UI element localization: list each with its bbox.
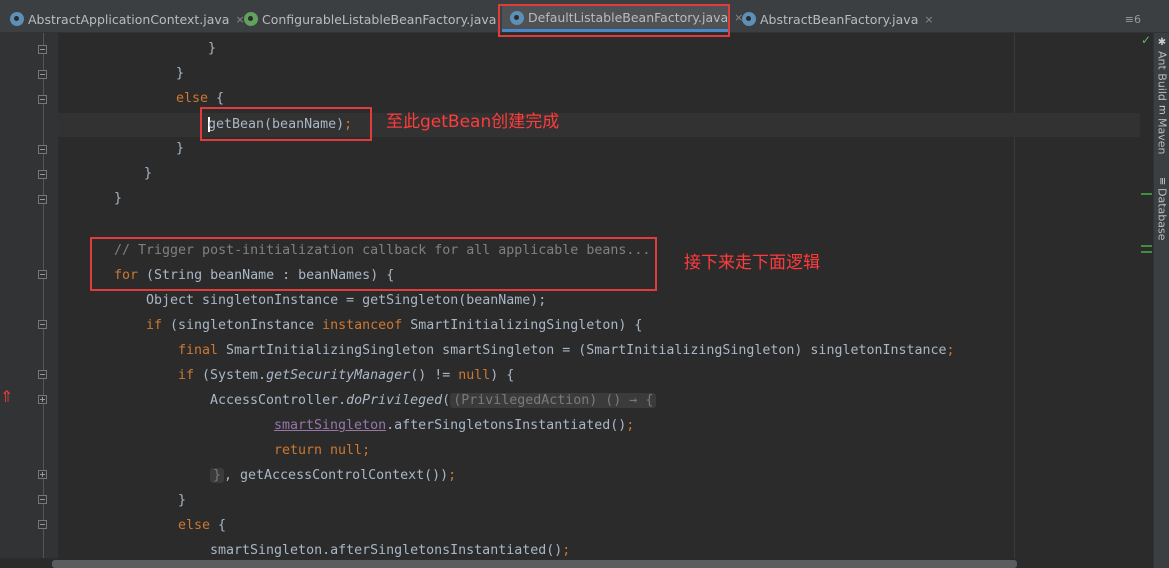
- code-line: AccessController.doPrivileged((Privilege…: [210, 388, 657, 413]
- tab-abstract-bean-factory[interactable]: AbstractBeanFactory.java ×: [742, 6, 934, 32]
- code-line: }: [176, 66, 185, 81]
- fold-expand-icon[interactable]: [38, 395, 47, 404]
- getbean-highlight-box: [200, 107, 372, 141]
- code-line: if (singletonInstance instanceof SmartIn…: [146, 318, 643, 333]
- tab-configurable-listable-bean-factory[interactable]: ConfigurableListableBeanFactory.java ×: [244, 6, 512, 32]
- code-line: }: [114, 191, 123, 206]
- fold-collapse-icon[interactable]: [38, 495, 47, 504]
- maven-icon: m: [1156, 105, 1168, 115]
- editor-gutter: [0, 33, 58, 568]
- fold-collapse-icon[interactable]: [38, 170, 47, 179]
- fold-collapse-icon[interactable]: [38, 195, 47, 204]
- close-icon[interactable]: ×: [924, 13, 933, 26]
- ant-icon: ✱: [1156, 37, 1168, 48]
- fold-guide-line: [43, 33, 44, 568]
- code-line: smartSingleton.afterSingletonsInstantiat…: [210, 543, 571, 558]
- code-line: Object singletonInstance = getSingleton(…: [146, 293, 547, 308]
- ant-build-tool-button[interactable]: ✱ Ant Build: [1154, 37, 1169, 101]
- maven-tool-button[interactable]: m Maven: [1154, 105, 1169, 154]
- java-class-icon: [742, 12, 756, 26]
- code-line: }: [176, 141, 185, 156]
- database-icon: ≡: [1156, 177, 1168, 186]
- code-line: }, getAccessControlContext());: [210, 463, 456, 488]
- lambda-fold-hint[interactable]: (PrivilegedAction) () → {: [450, 393, 657, 408]
- analysis-ok-icon[interactable]: ✓: [1141, 33, 1151, 47]
- fold-expand-icon[interactable]: [38, 470, 47, 479]
- tab-overflow-button[interactable]: ≡6: [1125, 6, 1141, 32]
- fold-collapse-icon[interactable]: [38, 70, 47, 79]
- tab-label: AbstractApplicationContext.java: [28, 11, 230, 27]
- fold-collapse-icon[interactable]: [38, 145, 47, 154]
- code-line: }: [178, 493, 187, 508]
- fold-collapse-icon[interactable]: [38, 95, 47, 104]
- right-tool-window-bar: ✱ Ant Build m Maven ≡ Database: [1153, 33, 1169, 568]
- tab-label: ConfigurableListableBeanFactory.java: [262, 11, 497, 27]
- override-arrow-icon[interactable]: ⇑: [0, 387, 13, 406]
- code-line: if (System.getSecurityManager() != null)…: [178, 368, 515, 383]
- annotation-next-logic: 接下来走下面逻辑: [684, 253, 820, 273]
- code-line: }: [144, 166, 153, 181]
- horizontal-scrollbar-thumb[interactable]: [52, 560, 1017, 568]
- change-marker[interactable]: [1141, 245, 1152, 247]
- change-marker[interactable]: [1141, 251, 1152, 253]
- error-stripe: ✓: [1140, 33, 1153, 568]
- fold-collapse-icon[interactable]: [38, 370, 47, 379]
- code-line: else {: [178, 518, 227, 533]
- trigger-block-highlight-box: [90, 237, 657, 291]
- code-line: smartSingleton.afterSingletonsInstantiat…: [274, 418, 635, 433]
- code-line: }: [208, 41, 217, 56]
- database-tool-button[interactable]: ≡ Database: [1154, 177, 1169, 241]
- fold-collapse-icon[interactable]: [38, 320, 47, 329]
- tab-abstract-application-context[interactable]: AbstractApplicationContext.java ×: [10, 6, 245, 32]
- fold-collapse-icon[interactable]: [38, 45, 47, 54]
- fold-collapse-icon[interactable]: [38, 270, 47, 279]
- java-interface-icon: [244, 12, 258, 26]
- tab-label: AbstractBeanFactory.java: [760, 11, 919, 27]
- fold-collapse-icon[interactable]: [38, 520, 47, 529]
- annotation-getbean-complete: 至此getBean创建完成: [386, 112, 560, 132]
- code-line: return null;: [274, 443, 371, 458]
- code-line: final SmartInitializingSingleton smartSi…: [178, 343, 955, 358]
- java-class-icon: [10, 12, 24, 26]
- change-marker[interactable]: [1141, 193, 1152, 195]
